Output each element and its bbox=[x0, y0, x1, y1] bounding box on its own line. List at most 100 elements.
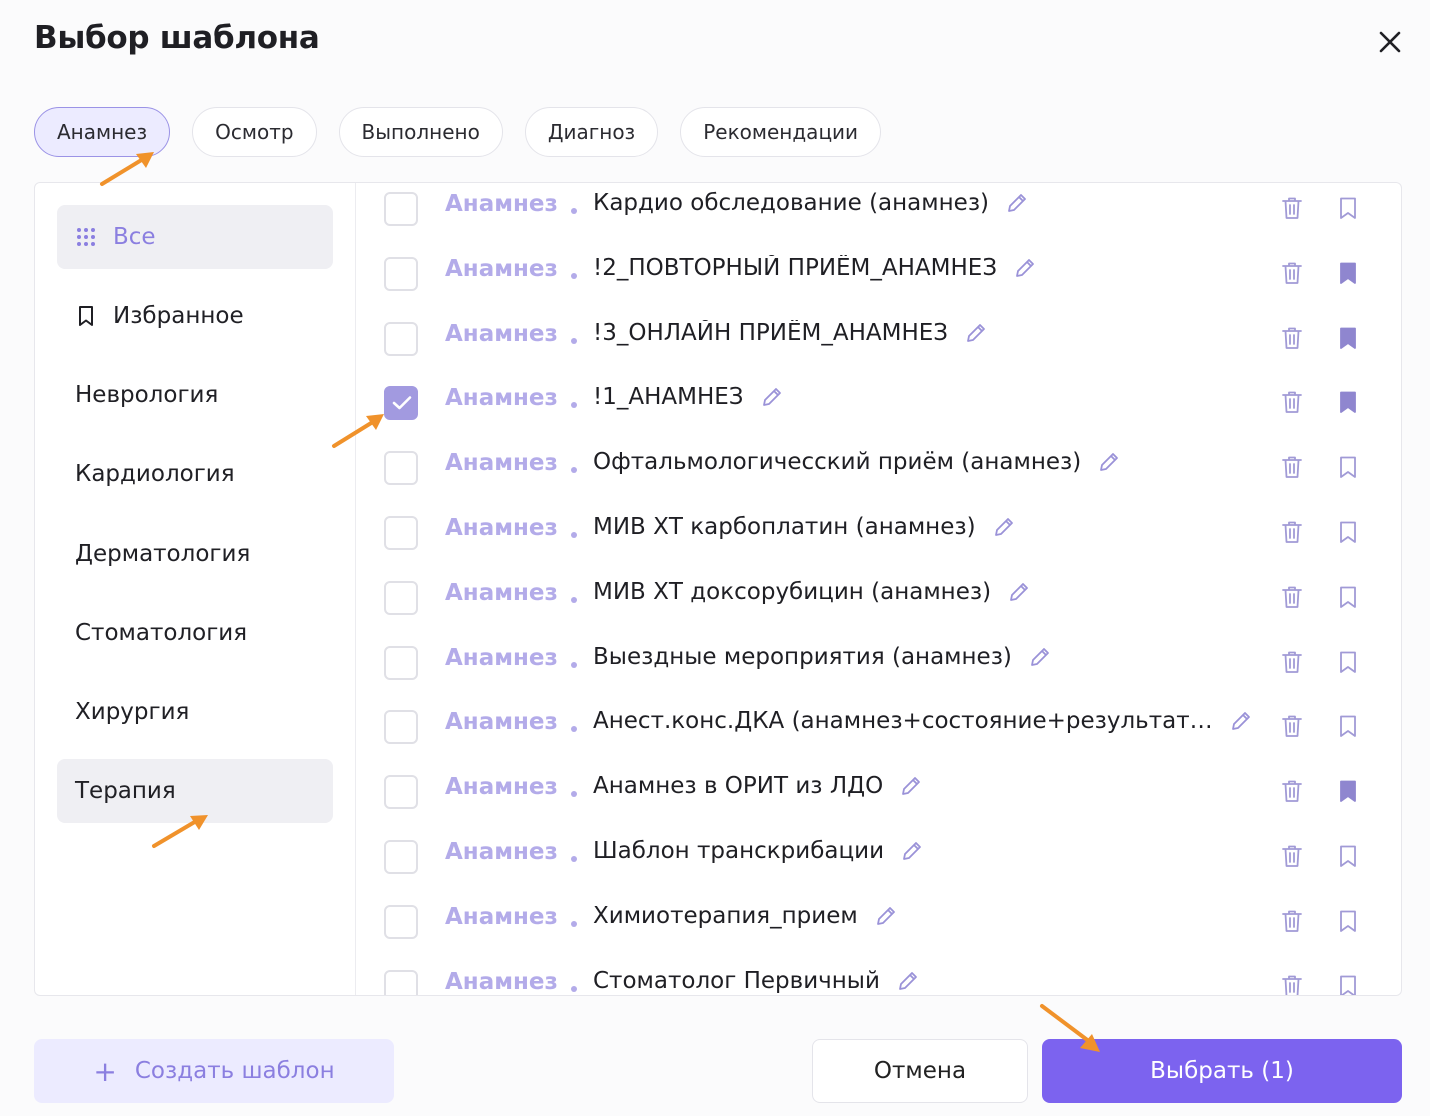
bookmark-icon[interactable] bbox=[1337, 196, 1359, 224]
separator-dot bbox=[571, 596, 577, 603]
edit-icon[interactable] bbox=[874, 904, 898, 928]
template-checkbox[interactable] bbox=[384, 256, 418, 291]
table-row[interactable]: Анамнез Выездные мероприятия (анамнез) bbox=[355, 635, 1401, 700]
table-row[interactable]: Анамнез Химиотерапия_прием bbox=[355, 894, 1401, 959]
table-row[interactable]: Анамнез !3_ОНЛАЙН ПРИЁМ_АНАМНЕЗ bbox=[355, 311, 1401, 376]
template-category-tag: Анамнез bbox=[445, 968, 558, 995]
edit-icon[interactable] bbox=[1028, 645, 1052, 669]
template-name-text: Анест.конс.ДКА (анамнез+состояние+резуль… bbox=[593, 708, 1213, 735]
template-name-text: МИВ ХТ карбоплатин (анамнез) bbox=[593, 514, 976, 540]
table-row[interactable]: Анамнез !2_ПОВТОРНЫЙ ПРИЁМ_АНАМНЕЗ bbox=[355, 246, 1401, 311]
edit-icon[interactable] bbox=[1005, 191, 1029, 215]
template-checkbox[interactable] bbox=[384, 386, 418, 421]
create-template-button[interactable]: + Создать шаблон bbox=[34, 1039, 394, 1103]
tab-recommendations[interactable]: Рекомендации bbox=[680, 107, 882, 157]
tab-completed[interactable]: Выполнено bbox=[338, 107, 503, 157]
delete-icon[interactable] bbox=[1281, 520, 1303, 548]
tab-diagnosis[interactable]: Диагноз bbox=[524, 107, 659, 157]
table-row[interactable]: Анамнез Офтальмологичесский приём (анамне… bbox=[355, 440, 1401, 505]
sidebar-item-dermatology[interactable]: Дерматология bbox=[57, 522, 333, 586]
template-checkbox[interactable] bbox=[384, 516, 418, 550]
template-checkbox[interactable] bbox=[384, 969, 418, 995]
table-row[interactable]: Анамнез МИВ ХТ карбоплатин (анамнез) bbox=[355, 505, 1401, 570]
delete-icon[interactable] bbox=[1281, 650, 1303, 678]
sidebar-item-surgery[interactable]: Хирургия bbox=[57, 680, 333, 744]
template-checkbox[interactable] bbox=[384, 580, 418, 615]
template-name: МИВ ХТ доксорубицин (анамнез) bbox=[593, 579, 1031, 605]
tab-bar: Анамнез Осмотр Выполнено Диагноз Рекомен… bbox=[34, 107, 882, 157]
template-name-text: Стоматолог Первичный bbox=[593, 967, 880, 994]
sidebar-item-all[interactable]: Все bbox=[57, 205, 333, 269]
template-name-text: Офтальмологичесский приём (анамнез) bbox=[593, 449, 1082, 476]
tab-examination[interactable]: Осмотр bbox=[192, 107, 317, 157]
edit-icon[interactable] bbox=[1013, 256, 1037, 280]
delete-icon[interactable] bbox=[1281, 714, 1303, 742]
edit-icon[interactable] bbox=[899, 774, 923, 798]
table-row[interactable]: Анамнез Кардио обследование (анамнез) bbox=[355, 183, 1401, 246]
edit-icon[interactable] bbox=[1229, 709, 1253, 733]
template-checkbox[interactable] bbox=[384, 840, 418, 874]
bookmark-icon[interactable] bbox=[1337, 844, 1359, 872]
delete-icon[interactable] bbox=[1281, 390, 1303, 418]
select-button[interactable]: Выбрать (1) bbox=[1042, 1039, 1402, 1103]
table-row[interactable]: Анамнез !1_АНАМНЕЗ bbox=[355, 375, 1401, 440]
bookmark-icon[interactable] bbox=[1337, 390, 1359, 418]
template-category-tag: Анамнез bbox=[445, 579, 558, 606]
template-name: !1_АНАМНЕЗ bbox=[593, 384, 784, 410]
table-row[interactable]: Анамнез Анест.конс.ДКА (анамнез+состояние… bbox=[355, 699, 1401, 764]
table-row[interactable]: Анамнез Стоматолог Первичный bbox=[355, 959, 1401, 995]
tab-anamnesis[interactable]: Анамнез bbox=[34, 107, 171, 157]
edit-icon[interactable] bbox=[896, 969, 920, 993]
delete-icon[interactable] bbox=[1281, 326, 1303, 354]
bookmark-icon[interactable] bbox=[1337, 261, 1359, 289]
bookmark-icon[interactable] bbox=[1337, 779, 1359, 807]
edit-icon[interactable] bbox=[760, 385, 784, 409]
template-name: Офтальмологичесский приём (анамнез) bbox=[593, 449, 1121, 475]
template-checkbox[interactable] bbox=[384, 451, 418, 486]
edit-icon[interactable] bbox=[964, 321, 988, 345]
table-row[interactable]: Анамнез Шаблон транскрибации bbox=[355, 829, 1401, 894]
sidebar-item-cardiology[interactable]: Кардиология bbox=[57, 442, 333, 506]
sidebar-item-neurology[interactable]: Неврология bbox=[57, 363, 333, 427]
template-name-text: Кардио обследование (анамнез) bbox=[593, 190, 990, 216]
delete-icon[interactable] bbox=[1281, 974, 1303, 995]
bookmark-icon[interactable] bbox=[1337, 455, 1359, 483]
bookmark-icon[interactable] bbox=[1337, 974, 1359, 995]
sidebar-item-favorites[interactable]: Избранное bbox=[57, 284, 333, 348]
delete-icon[interactable] bbox=[1281, 779, 1303, 807]
template-checkbox[interactable] bbox=[384, 775, 418, 810]
bookmark-icon[interactable] bbox=[1337, 326, 1359, 354]
delete-icon[interactable] bbox=[1281, 261, 1303, 289]
table-row[interactable]: Анамнез Анамнез в ОРИТ из ЛДО bbox=[355, 764, 1401, 829]
delete-icon[interactable] bbox=[1281, 585, 1303, 613]
delete-icon[interactable] bbox=[1281, 455, 1303, 483]
bookmark-icon[interactable] bbox=[1337, 909, 1359, 937]
sidebar-item-dentistry[interactable]: Стоматология bbox=[57, 601, 333, 665]
delete-icon[interactable] bbox=[1281, 909, 1303, 937]
template-checkbox[interactable] bbox=[384, 904, 418, 939]
sidebar-item-label: Избранное bbox=[113, 303, 244, 329]
bookmark-icon[interactable] bbox=[1337, 520, 1359, 548]
cancel-button[interactable]: Отмена bbox=[812, 1039, 1028, 1103]
edit-icon[interactable] bbox=[1097, 450, 1121, 474]
edit-icon[interactable] bbox=[900, 839, 924, 863]
template-name-text: !3_ОНЛАЙН ПРИЁМ_АНАМНЕЗ bbox=[593, 319, 949, 346]
template-checkbox[interactable] bbox=[384, 321, 418, 356]
sidebar-item-therapy[interactable]: Терапия bbox=[57, 759, 333, 823]
edit-icon[interactable] bbox=[992, 515, 1016, 539]
edit-icon[interactable] bbox=[1007, 580, 1031, 604]
template-checkbox[interactable] bbox=[384, 645, 418, 680]
template-checkbox[interactable] bbox=[384, 710, 418, 745]
table-row[interactable]: Анамнез МИВ ХТ доксорубицин (анамнез) bbox=[355, 570, 1401, 635]
sidebar-item-label: Все bbox=[113, 224, 156, 250]
template-checkbox[interactable] bbox=[384, 192, 418, 226]
delete-icon[interactable] bbox=[1281, 196, 1303, 224]
close-icon[interactable] bbox=[1374, 26, 1406, 58]
delete-icon[interactable] bbox=[1281, 844, 1303, 872]
template-name: Стоматолог Первичный bbox=[593, 968, 920, 994]
bookmark-icon[interactable] bbox=[1337, 714, 1359, 742]
bookmark-icon[interactable] bbox=[1337, 650, 1359, 678]
bookmark-icon bbox=[75, 304, 97, 328]
separator-dot bbox=[571, 920, 577, 927]
bookmark-icon[interactable] bbox=[1337, 585, 1359, 613]
